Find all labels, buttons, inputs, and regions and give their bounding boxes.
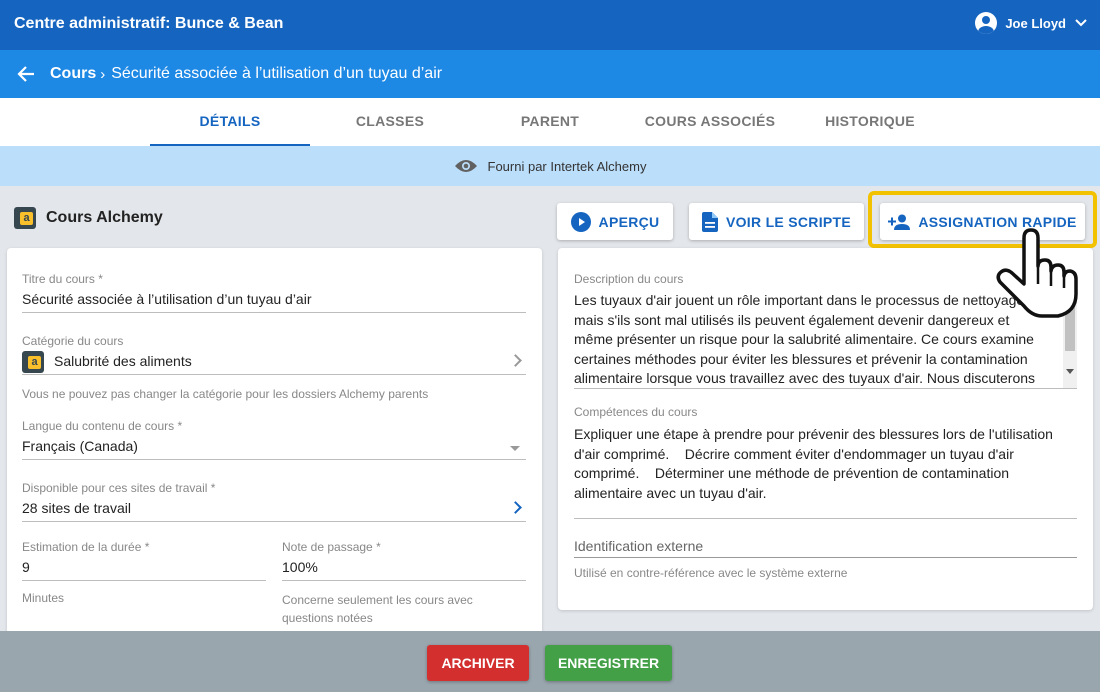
breadcrumb-separator: ›: [100, 65, 106, 83]
user-menu[interactable]: Joe Lloyd: [975, 12, 1088, 34]
work-sites-select[interactable]: 28 sites de travail: [22, 500, 526, 522]
passing-grade-hint: Concerne seulement les cours avec questi…: [282, 593, 473, 625]
top-bar: Centre administratif: Bunce & Bean Joe L…: [0, 0, 1100, 50]
duration-hint: Minutes: [22, 591, 65, 605]
hand-cursor-icon: [996, 228, 1078, 318]
duration-label: Estimation de la durée *: [22, 540, 150, 554]
tab-history[interactable]: HISTORIQUE: [790, 98, 950, 146]
skills-field: Compétences du cours Expliquer une étape…: [574, 405, 1077, 519]
course-category-label: Catégorie du cours: [22, 334, 124, 348]
breadcrumb-current: Sécurité associée à l’utilisation d’un t…: [111, 65, 443, 82]
duration-field[interactable]: Estimation de la durée * 9 Minutes: [22, 540, 266, 605]
alchemy-category-icon: a: [22, 351, 44, 373]
breadcrumb-root-link[interactable]: Cours: [50, 65, 96, 83]
description-text: Les tuyaux d'air jouent un rôle importan…: [574, 292, 1036, 386]
skills-label: Compétences du cours: [574, 405, 698, 419]
course-language-value: Français (Canada): [22, 438, 138, 454]
course-title-field[interactable]: Titre du cours * Sécurité associée à l’u…: [22, 272, 526, 313]
preview-button-label: APERÇU: [598, 213, 660, 230]
play-circle-icon: [570, 211, 591, 232]
provider-text: Fourni par Intertek Alchemy: [487, 158, 647, 174]
chevron-right-icon: [509, 501, 522, 514]
passing-grade-field[interactable]: Note de passage * 100% Concerne seulemen…: [282, 540, 526, 627]
external-id-field[interactable]: Identification externe Utilisé en contre…: [574, 538, 1077, 580]
tab-parent[interactable]: PARENT: [470, 98, 630, 146]
category-hint: Vous ne pouvez pas changer la catégorie …: [22, 387, 429, 401]
duration-input[interactable]: 9: [22, 559, 266, 581]
archive-button[interactable]: ARCHIVER: [427, 645, 529, 681]
work-sites-field[interactable]: Disponible pour ces sites de travail * 2…: [22, 481, 526, 522]
alchemy-logo-icon: a: [14, 207, 36, 229]
save-button[interactable]: ENREGISTRER: [545, 645, 672, 681]
course-category-value: Salubrité des aliments: [54, 353, 192, 369]
external-id-hint: Utilisé en contre-référence avec le syst…: [574, 566, 848, 580]
breadcrumb-bar: Cours › Sécurité associée à l’utilisatio…: [0, 50, 1100, 98]
course-category-select[interactable]: a Salubrité des aliments: [22, 351, 526, 375]
course-language-label: Langue du contenu de cours *: [22, 419, 183, 433]
eye-icon: [454, 160, 477, 172]
skills-text: Expliquer une étape à prendre pour préve…: [574, 425, 1077, 519]
section-title-label: Cours Alchemy: [46, 209, 163, 226]
document-icon: [701, 211, 718, 232]
course-title-input[interactable]: Sécurité associée à l’utilisation d’un t…: [22, 291, 526, 313]
tab-associated-courses[interactable]: COURS ASSOCIÉS: [630, 98, 790, 146]
tab-bar: DÉTAILS CLASSES PARENT COURS ASSOCIÉS HI…: [0, 98, 1100, 146]
chevron-down-icon: [1075, 19, 1087, 27]
passing-grade-label: Note de passage *: [282, 540, 381, 554]
passing-grade-input[interactable]: 100%: [282, 559, 526, 581]
section-title: a Cours Alchemy: [14, 207, 163, 229]
external-id-input[interactable]: Identification externe: [574, 538, 1077, 558]
dropdown-caret-icon: [510, 446, 520, 451]
preview-button[interactable]: APERÇU: [557, 203, 673, 240]
course-form-card: Titre du cours * Sécurité associée à l’u…: [7, 248, 542, 648]
chevron-right-icon: [509, 354, 522, 367]
course-title-label: Titre du cours *: [22, 272, 103, 286]
course-language-select[interactable]: Français (Canada): [22, 438, 526, 460]
view-script-button[interactable]: VOIR LE SCRIPTE: [689, 203, 864, 240]
view-script-button-label: VOIR LE SCRIPTE: [725, 213, 852, 230]
user-name: Joe Lloyd: [1005, 15, 1066, 31]
course-language-field[interactable]: Langue du contenu de cours * Français (C…: [22, 419, 526, 460]
back-arrow-icon[interactable]: [14, 62, 38, 86]
work-sites-label: Disponible pour ces sites de travail *: [22, 481, 216, 495]
tab-details[interactable]: DÉTAILS: [150, 98, 310, 146]
scroll-down-arrow-icon[interactable]: [1066, 369, 1074, 374]
tab-classes[interactable]: CLASSES: [310, 98, 470, 146]
app-title: Centre administratif: Bunce & Bean: [14, 15, 284, 32]
course-category-field[interactable]: Catégorie du cours a Salubrité des alime…: [22, 334, 526, 375]
work-sites-value: 28 sites de travail: [22, 500, 131, 516]
provider-banner: Fourni par Intertek Alchemy: [0, 146, 1100, 186]
user-avatar-icon: [975, 12, 998, 34]
